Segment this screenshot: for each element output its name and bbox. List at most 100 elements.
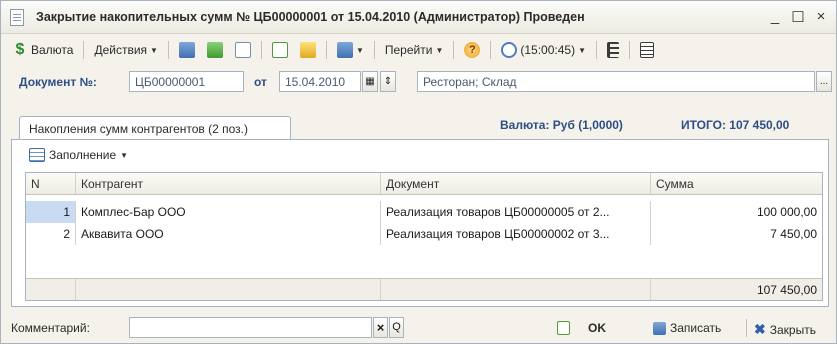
clear-comment-button[interactable]: ×	[373, 317, 388, 338]
fill-label: Заполнение	[49, 148, 117, 162]
comment-label: Комментарий:	[11, 321, 90, 335]
contractors-table[interactable]: N Контрагент Документ Сумма 1 Комплес-Ба…	[25, 172, 823, 301]
toolbar-separator	[595, 41, 597, 59]
currency-info: Валюта: Руб (1,0000)	[500, 118, 623, 132]
column-header-n[interactable]: N	[26, 173, 76, 194]
place-select-button[interactable]: ...	[816, 71, 832, 92]
currency-label: Валюта	[31, 43, 74, 57]
comment-input[interactable]	[129, 317, 372, 338]
fill-table-icon	[29, 148, 45, 162]
window-controls: _ ☐ ×	[768, 8, 828, 26]
chevron-down-icon: ▼	[355, 45, 364, 55]
grid-icon	[639, 42, 654, 58]
save-button[interactable]: Записать	[653, 321, 721, 335]
row-contractor[interactable]: Аквавита ООО	[76, 223, 381, 245]
toolbar-separator	[628, 41, 630, 59]
table-header: N Контрагент Документ Сумма	[26, 173, 822, 195]
row-number[interactable]: 2	[26, 223, 76, 245]
chevron-down-icon: ▼	[578, 45, 586, 55]
row-number[interactable]: 1	[26, 201, 76, 223]
close-window-button[interactable]: ×	[814, 8, 828, 26]
list-settings-button[interactable]	[637, 39, 657, 61]
doc-number-label: Документ №:	[19, 75, 97, 89]
close-label: Закрыть	[769, 322, 816, 337]
currency-button[interactable]: $ Валюта	[9, 39, 76, 61]
doc-date-label: от	[254, 75, 267, 89]
toolbar: $ Валюта Действия ▼ ▼ Перейти ▼ ? (15:00…	[1, 35, 836, 65]
footer-cell	[381, 279, 651, 300]
time-label: (15:00:45)	[520, 43, 576, 57]
column-header-contractor[interactable]: Контрагент	[76, 173, 381, 194]
toolbar-separator	[453, 41, 455, 59]
footer-cell	[76, 279, 381, 300]
doc-date-field[interactable]: 15.04.2010	[279, 71, 361, 92]
date-spin-button[interactable]: ⇕	[380, 71, 396, 92]
bottom-bar: Комментарий: × Q OK Записать ✖ Закрыть	[1, 313, 836, 343]
place-field[interactable]: Ресторан; Склад	[417, 71, 815, 92]
clock-icon	[501, 42, 518, 58]
actions-label: Действия	[94, 43, 148, 57]
maximize-button[interactable]: ☐	[791, 8, 805, 26]
time-menu[interactable]: (15:00:45) ▼	[498, 39, 589, 61]
calendar-icon: ▦	[365, 76, 375, 87]
document-window: Закрытие накопительных сумм № ЦБ00000001…	[0, 0, 837, 344]
search-comment-button[interactable]: Q	[389, 317, 404, 338]
tree-icon	[606, 42, 619, 58]
row-document[interactable]: Реализация товаров ЦБ00000005 от 2...	[381, 201, 651, 223]
calendar-button[interactable]: ▦	[362, 71, 378, 92]
document-icon	[10, 8, 24, 26]
print-menu[interactable]: ▼	[334, 39, 367, 61]
hierarchy-button[interactable]	[604, 39, 622, 61]
goto-menu[interactable]: Перейти ▼	[382, 39, 446, 61]
grand-total: ИТОГО: 107 450,00	[681, 118, 790, 132]
toolbar-separator	[325, 41, 327, 59]
toolbar-separator	[260, 41, 262, 59]
document-plus-icon	[271, 42, 288, 58]
title-bar[interactable]: Закрытие накопительных сумм № ЦБ00000001…	[1, 1, 836, 34]
ok-button[interactable]: OK	[557, 321, 606, 335]
window-title: Закрытие накопительных сумм № ЦБ00000001…	[36, 10, 585, 24]
footer-total-sum: 107 450,00	[756, 283, 817, 297]
post-button[interactable]	[176, 39, 198, 61]
chevron-down-icon: ▼	[120, 150, 129, 160]
doc-number-field[interactable]: ЦБ00000001	[129, 71, 244, 92]
post-icon	[178, 42, 195, 58]
print-icon	[336, 42, 353, 58]
chevron-down-icon: ▼	[150, 45, 158, 55]
help-button[interactable]: ?	[461, 39, 483, 61]
ok-label: OK	[588, 321, 606, 335]
row-sum[interactable]: 100 000,00	[651, 201, 822, 223]
copy-button[interactable]	[232, 39, 254, 61]
close-icon: ✖	[754, 321, 766, 337]
row-contractor[interactable]: Комплес-Бар ООО	[76, 201, 381, 223]
help-icon: ?	[464, 42, 481, 58]
column-header-sum[interactable]: Сумма	[651, 173, 822, 194]
floppy-disk-icon	[653, 321, 666, 335]
close-button[interactable]: ✖ Закрыть	[754, 321, 816, 338]
footer-cell	[26, 279, 76, 300]
toolbar-separator	[83, 41, 85, 59]
toolbar-separator	[167, 41, 169, 59]
minimize-button[interactable]: _	[768, 8, 782, 26]
create-based-on-button[interactable]	[269, 39, 291, 61]
copy-icon	[234, 42, 251, 58]
dollar-icon: $	[15, 41, 25, 58]
document-header: Документ №: ЦБ00000001 от 15.04.2010 ▦ ⇕…	[1, 70, 836, 96]
row-document[interactable]: Реализация товаров ЦБ00000002 от 3...	[381, 223, 651, 245]
structure-button[interactable]	[297, 39, 319, 61]
column-header-document[interactable]: Документ	[381, 173, 651, 194]
actions-menu[interactable]: Действия ▼	[91, 39, 161, 61]
fill-menu-button[interactable]: Заполнение ▼	[29, 148, 128, 162]
table-row[interactable]: 2 Аквавита ООО Реализация товаров ЦБ0000…	[26, 223, 822, 245]
row-sum[interactable]: 7 450,00	[651, 223, 822, 245]
table-row[interactable]: 1 Комплес-Бар ООО Реализация товаров ЦБ0…	[26, 201, 822, 223]
save-label: Записать	[670, 321, 722, 335]
check-document-icon	[557, 321, 570, 335]
bottom-separator	[746, 319, 747, 337]
table-footer: 107 450,00	[26, 278, 822, 300]
chevron-down-icon: ▼	[435, 45, 444, 55]
refresh-icon	[206, 42, 223, 58]
toolbar-separator	[490, 41, 492, 59]
refresh-button[interactable]	[204, 39, 226, 61]
tab-contractor-accumulations[interactable]: Накопления сумм контрагентов (2 поз.)	[19, 116, 291, 140]
